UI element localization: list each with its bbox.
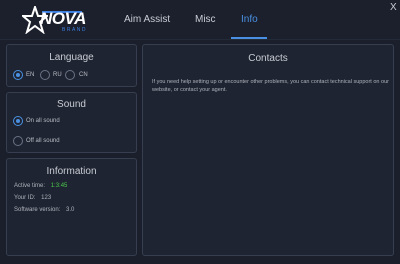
sound-label-on: On all sound [26,118,60,124]
software-version-label: Software version: [14,207,61,213]
close-icon[interactable]: X [390,2,397,13]
active-time-label: Active time: [14,183,46,189]
language-panel: Language EN RU CN [6,44,137,87]
top-bar: NOVA BRAND Aim Assist Misc Info X [0,0,400,40]
contacts-text: If you need help setting up or encounter… [152,79,389,93]
software-version-value: 3.0 [66,207,75,213]
active-time-row: Active time: 1:3:45 [14,183,67,189]
language-radio-ru[interactable] [40,70,50,80]
active-time-value: 1:3:45 [50,183,68,189]
tab-aim-assist[interactable]: Aim Assist [124,14,170,25]
contacts-panel: Contacts If you need help setting up or … [142,44,394,256]
sound-label-off: Off all sound [26,138,60,144]
user-id-label: Your ID: [14,195,36,201]
language-label-cn: CN [79,72,88,78]
tab-misc[interactable]: Misc [195,14,216,25]
active-tab-indicator [231,37,267,39]
language-label-ru: RU [53,72,62,78]
language-radio-en[interactable] [13,70,23,80]
logo-text: NOVA [40,9,86,28]
user-id-value: 123 [41,195,52,201]
software-version-row: Software version: 3.0 [14,207,74,213]
nova-logo: NOVA BRAND [22,6,86,36]
information-title: Information [46,166,97,177]
language-title: Language [49,52,94,63]
tab-info[interactable]: Info [241,14,258,25]
sound-radio-off[interactable] [13,136,23,146]
user-id-row: Your ID: 123 [14,195,51,201]
logo-subtext: BRAND [62,27,88,33]
information-panel: Information Active time: 1:3:45 Your ID:… [6,158,137,256]
sound-radio-on[interactable] [13,116,23,126]
language-label-en: EN [26,72,35,78]
sound-title: Sound [57,99,86,110]
sound-panel: Sound On all sound Off all sound [6,92,137,153]
contacts-title: Contacts [248,53,288,64]
language-radio-cn[interactable] [65,70,75,80]
